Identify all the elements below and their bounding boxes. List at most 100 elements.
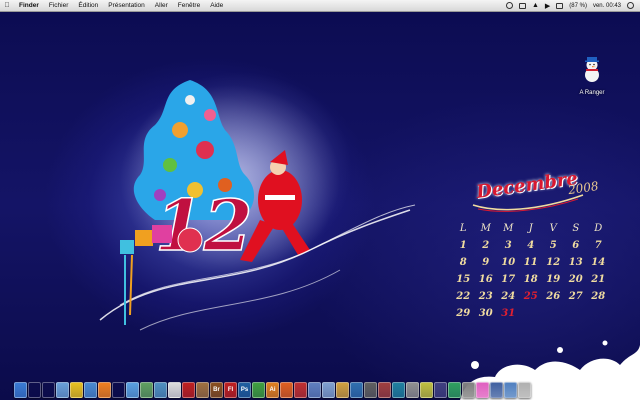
app-icon-e[interactable] <box>364 382 377 398</box>
clock[interactable]: ven. 00:43 <box>593 3 621 9</box>
app-icon-g[interactable] <box>392 382 405 398</box>
calendar-day: 9 <box>482 257 490 268</box>
weekday-header: M <box>503 223 514 234</box>
calendar-day: 7 <box>594 240 602 251</box>
app-icon-i[interactable] <box>420 382 433 398</box>
weekday-header: J <box>528 223 533 234</box>
weekday-header: L <box>459 223 467 234</box>
menu-fichier[interactable]: Fichier <box>44 2 74 9</box>
vlc-icon[interactable] <box>98 382 111 398</box>
calendar-day: 5 <box>549 240 557 251</box>
bridge-icon[interactable]: Br <box>210 382 223 398</box>
weekday-header: M <box>480 223 491 234</box>
ichat-icon[interactable] <box>70 382 83 398</box>
menu-edition[interactable]: Édition <box>73 2 103 9</box>
dashboard-icon[interactable] <box>28 382 41 398</box>
calendar-day: 15 <box>456 274 471 285</box>
calendar-weeks: 1 2 3 4 5 6 7 8 9 10 11 12 13 14 15 16 17 18 19 20 21 22 23 24 2… <box>452 237 612 322</box>
menu-bar:  Finder Fichier Édition Présentation Al… <box>0 0 640 12</box>
menu-presentation[interactable]: Présentation <box>103 2 150 9</box>
spotlight-icon[interactable] <box>627 2 634 9</box>
app-icon-c[interactable] <box>336 382 349 398</box>
app-icon-n[interactable] <box>490 382 503 398</box>
calendar-day: 2 <box>482 240 490 251</box>
app-icon-k[interactable] <box>448 382 461 398</box>
calendar-icon[interactable] <box>182 382 195 398</box>
app-icon-d[interactable] <box>350 382 363 398</box>
terminal-icon[interactable] <box>112 382 125 398</box>
app-icon-a[interactable] <box>308 382 321 398</box>
calendar-day: 27 <box>568 291 583 302</box>
calendar-week-row: 22 23 24 25 26 27 28 <box>452 288 612 305</box>
christmas-artwork: 12 <box>99 80 416 331</box>
calendar-day: 14 <box>591 257 606 268</box>
calendar-week-row: 1 2 3 4 5 6 7 <box>452 237 612 254</box>
calendar-day: 19 <box>546 274 561 285</box>
trash-icon[interactable] <box>518 382 531 398</box>
mail-icon[interactable] <box>56 382 69 398</box>
app-icon-f[interactable] <box>378 382 391 398</box>
calendar-day: 17 <box>501 274 516 285</box>
sync-icon[interactable] <box>518 2 526 9</box>
calendar-day: 13 <box>568 257 583 268</box>
weekday-header-row: L M M J V S D <box>452 220 612 237</box>
desktop-icon-label: A Ranger <box>579 90 605 96</box>
app-icon-m[interactable] <box>476 382 489 398</box>
calendar-day: 12 <box>546 257 561 268</box>
battery-percent[interactable]: (87 %) <box>569 3 587 9</box>
menu-fenetre[interactable]: Fenêtre <box>173 2 205 9</box>
volume-icon[interactable]: ▶ <box>545 2 550 10</box>
calendar-day: 23 <box>478 291 493 302</box>
transmission-icon[interactable] <box>294 382 307 398</box>
system-preferences-icon[interactable] <box>42 382 55 398</box>
calendar-day: 1 <box>459 240 467 251</box>
address-book-icon[interactable] <box>196 382 209 398</box>
app-icon-j[interactable] <box>434 382 447 398</box>
menu-finder[interactable]: Finder <box>14 2 44 9</box>
weekday-header: D <box>594 223 603 234</box>
calendar-day: 28 <box>591 291 606 302</box>
calendar-day: 3 <box>504 240 512 251</box>
app-icon-h[interactable] <box>406 382 419 398</box>
calendar-week-row: 15 16 17 18 19 20 21 <box>452 271 612 288</box>
calendar-day: 16 <box>478 274 493 285</box>
menu-aide[interactable]: Aide <box>205 2 228 9</box>
photoshop-icon[interactable]: Ps <box>238 382 251 398</box>
preview-icon[interactable] <box>154 382 167 398</box>
iphoto-icon[interactable] <box>140 382 153 398</box>
calendar-day: 8 <box>459 257 467 268</box>
textedit-icon[interactable] <box>168 382 181 398</box>
calendar-day: 6 <box>572 240 580 251</box>
snowman-icon <box>585 57 599 82</box>
weekday-header: V <box>549 223 557 234</box>
menu-extras: ▲ ▶ (87 %) ven. 00:43 <box>505 0 634 11</box>
calendar-day: 4 <box>527 240 535 251</box>
calendar-day: 20 <box>568 274 583 285</box>
calendar-day: 26 <box>546 291 561 302</box>
calendar-day: 22 <box>456 291 471 302</box>
calendar-day: 18 <box>523 274 538 285</box>
downloads-stack-icon[interactable] <box>504 382 517 398</box>
calendar-day: 29 <box>456 308 471 319</box>
illustrator-icon[interactable]: Ai <box>266 382 279 398</box>
battery-icon[interactable] <box>556 2 564 9</box>
calendar-day: 11 <box>523 257 538 268</box>
apple-icon[interactable]:  <box>0 2 14 9</box>
time-machine-icon[interactable] <box>505 2 513 9</box>
dreamweaver-icon[interactable] <box>252 382 265 398</box>
app-icon-b[interactable] <box>322 382 335 398</box>
calendar-day: 31 <box>501 308 516 319</box>
app-icon-l[interactable] <box>462 382 475 398</box>
weekday-header: S <box>572 223 580 234</box>
desktop-icon-a-ranger[interactable]: A Ranger <box>572 56 612 96</box>
calendar-day: 21 <box>591 274 606 285</box>
calendar-day: 10 <box>501 257 516 268</box>
menu-aller[interactable]: Aller <box>150 2 173 9</box>
finder-icon[interactable] <box>14 382 27 398</box>
calendar-week-row: 29 30 31 <box>452 305 612 322</box>
itunes-icon[interactable] <box>84 382 97 398</box>
flash-icon[interactable]: Fl <box>224 382 237 398</box>
wifi-icon[interactable]: ▲ <box>532 2 539 9</box>
safari-icon[interactable] <box>126 382 139 398</box>
firefox-icon[interactable] <box>280 382 293 398</box>
